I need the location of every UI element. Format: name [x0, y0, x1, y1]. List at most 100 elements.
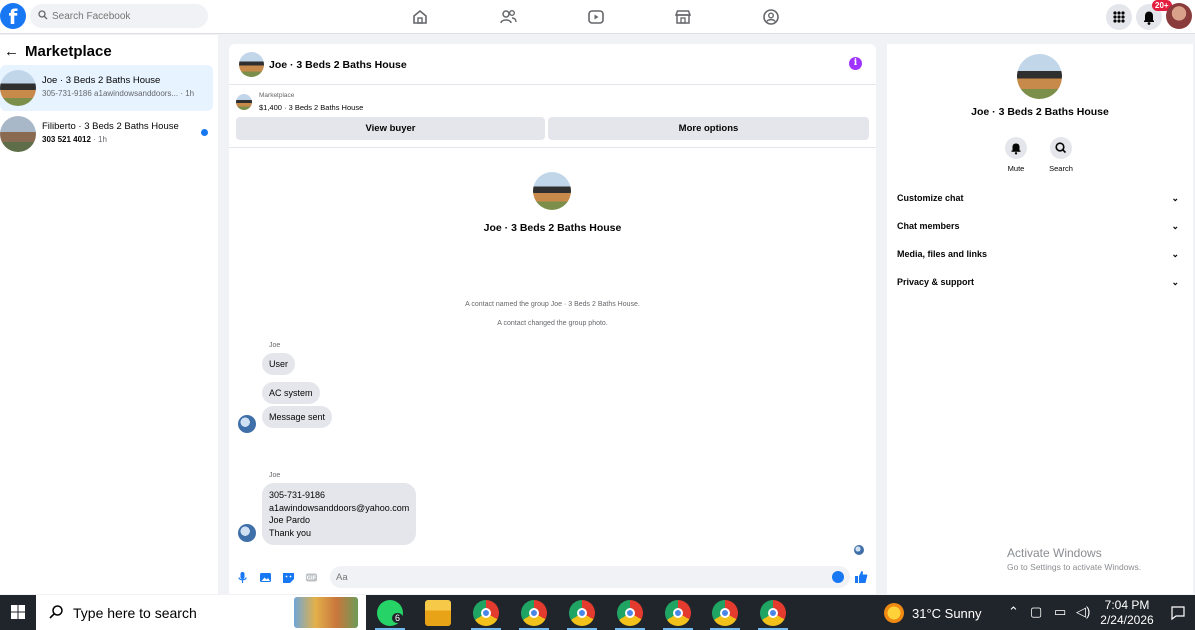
mute-label: Mute	[1007, 164, 1025, 173]
watch-icon[interactable]	[586, 7, 606, 27]
start-button[interactable]	[0, 595, 36, 630]
listing-label: Marketplace	[259, 92, 295, 99]
view-buyer-button[interactable]: View buyer	[236, 117, 545, 140]
back-arrow-icon[interactable]: ←	[4, 43, 19, 60]
meet-now-icon[interactable]: ▢	[1030, 604, 1042, 620]
system-clock[interactable]: 7:04 PM 2/24/2026	[1096, 598, 1158, 628]
conversation-thumbnail	[0, 116, 36, 152]
network-icon[interactable]: ▭	[1054, 604, 1066, 620]
chat-header: Joe · 3 Beds 2 Baths House i	[229, 44, 876, 85]
conversation-name: Filiberto · 3 Beds 2 Baths House	[42, 121, 179, 132]
message-bubble[interactable]: User	[262, 353, 296, 375]
chrome-profile-6[interactable]	[712, 600, 738, 626]
chat-window: Joe · 3 Beds 2 Baths House i Marketplace…	[229, 44, 876, 594]
chevron-down-icon: ⌄	[1171, 221, 1179, 231]
emoji-icon[interactable]	[832, 571, 844, 583]
marketplace-sidebar: ← Marketplace Joe · 3 Beds 2 Baths House …	[0, 35, 218, 594]
microphone-icon[interactable]	[236, 571, 249, 584]
chat-title[interactable]: Joe · 3 Beds 2 Baths House	[269, 59, 407, 71]
listing-thumbnail	[236, 94, 252, 110]
message-line: a1awindowsanddoors@yahoo.com	[269, 502, 410, 513]
search-in-conversation-button[interactable]	[1050, 137, 1072, 159]
chrome-profile-3[interactable]	[569, 600, 595, 626]
facebook-logo[interactable]: f	[0, 3, 26, 29]
chevron-up-icon[interactable]: ⌃	[1008, 604, 1019, 620]
notification-center-icon[interactable]	[1170, 605, 1186, 621]
facebook-search[interactable]	[30, 4, 208, 28]
chat-avatar[interactable]	[239, 52, 264, 77]
gif-icon[interactable]: GIF	[305, 571, 318, 584]
home-icon[interactable]	[410, 7, 430, 27]
message-line: Joe Pardo	[269, 515, 311, 526]
customize-chat-section[interactable]: Customize chat ⌄	[897, 186, 1185, 210]
menu-grid-button[interactable]	[1106, 4, 1132, 30]
message-line: 305-731-9186	[269, 490, 326, 500]
details-title: Joe · 3 Beds 2 Baths House	[971, 106, 1109, 118]
message-sender: Joe	[269, 472, 281, 479]
message-input[interactable]	[330, 566, 850, 588]
sun-icon[interactable]	[884, 603, 904, 623]
chrome-profile-2[interactable]	[521, 600, 547, 626]
conversation-details-panel: Joe · 3 Beds 2 Baths House Mute Search C…	[887, 44, 1193, 594]
chrome-profile-1[interactable]	[473, 600, 499, 626]
search-highlight-artwork[interactable]	[294, 597, 358, 628]
thread-intro-title: Joe · 3 Beds 2 Baths House	[483, 222, 622, 234]
windows-logo-icon	[11, 605, 25, 619]
volume-icon[interactable]: ◁)	[1076, 604, 1090, 620]
windows-taskbar: Type here to search 6 31°C Sunny ⌃ ▢ ▭ ◁…	[0, 595, 1195, 630]
message-bubble[interactable]: 305-731-9186 a1awindowsanddoors@yahoo.co…	[262, 483, 417, 546]
search-icon	[38, 10, 48, 20]
chevron-down-icon: ⌄	[1171, 249, 1179, 259]
conversation-item[interactable]: Filiberto · 3 Beds 2 Baths House 303 521…	[0, 111, 213, 157]
chrome-profile-5[interactable]	[665, 600, 691, 626]
friends-icon[interactable]	[498, 7, 518, 27]
unread-indicator	[201, 129, 208, 136]
grid-icon	[1113, 11, 1125, 23]
conversation-item[interactable]: Joe · 3 Beds 2 Baths House 305-731-9186 …	[0, 65, 213, 111]
marketplace-icon[interactable]	[673, 7, 693, 27]
conversation-preview: 305-731-9186 a1awindowsanddoors... · 1h	[42, 89, 195, 98]
more-options-button[interactable]: More options	[548, 117, 869, 140]
clock-time: 7:04 PM	[1104, 598, 1150, 612]
chrome-profile-4[interactable]	[617, 600, 643, 626]
sender-avatar	[238, 524, 256, 542]
search-icon	[49, 605, 63, 619]
bell-icon	[1011, 143, 1021, 155]
groups-icon[interactable]	[761, 7, 781, 27]
details-avatar	[1017, 54, 1062, 99]
thumbs-up-icon[interactable]	[854, 570, 868, 584]
listing-summary[interactable]: $1,400 · 3 Beds 2 Baths House	[259, 103, 363, 112]
system-message: A contact changed the group photo.	[497, 320, 608, 327]
svg-text:GIF: GIF	[307, 576, 316, 582]
taskbar-search-placeholder: Type here to search	[73, 605, 197, 621]
file-explorer-icon[interactable]	[425, 600, 451, 626]
chat-members-section[interactable]: Chat members ⌄	[897, 214, 1185, 238]
listing-banner: Marketplace $1,400 · 3 Beds 2 Baths Hous…	[229, 86, 876, 148]
activate-windows-watermark: Activate Windows Go to Settings to activ…	[1007, 546, 1142, 572]
search-input[interactable]	[52, 4, 202, 28]
system-message: A contact named the group Joe · 3 Beds 2…	[465, 301, 640, 308]
message-bubble[interactable]: Message sent	[262, 406, 333, 428]
mute-button[interactable]	[1005, 137, 1027, 159]
sticker-icon[interactable]	[282, 571, 295, 584]
sidebar-header: ← Marketplace	[4, 43, 112, 60]
info-icon[interactable]: i	[849, 57, 862, 70]
privacy-support-section[interactable]: Privacy & support ⌄	[897, 270, 1185, 294]
chevron-down-icon: ⌄	[1171, 193, 1179, 203]
taskbar-search[interactable]: Type here to search	[36, 595, 366, 630]
message-bubble[interactable]: AC system	[262, 382, 320, 404]
chrome-profile-7[interactable]	[760, 600, 786, 626]
message-thread[interactable]: Joe · 3 Beds 2 Baths House A contact nam…	[229, 150, 876, 563]
photo-icon[interactable]	[259, 571, 272, 584]
conversation-thumbnail	[0, 70, 36, 106]
clock-date: 2/24/2026	[1100, 613, 1154, 627]
top-navigation-bar: f 20+	[0, 0, 1195, 34]
search-label: Search	[1049, 164, 1073, 173]
chevron-down-icon: ⌄	[1171, 277, 1179, 287]
conversation-name: Joe · 3 Beds 2 Baths House	[42, 75, 161, 86]
whatsapp-badge: 6	[392, 613, 404, 623]
weather-widget[interactable]: 31°C Sunny	[912, 606, 982, 621]
account-avatar[interactable]	[1166, 3, 1192, 29]
whatsapp-app[interactable]: 6	[377, 600, 404, 626]
media-files-links-section[interactable]: Media, files and links ⌄	[897, 242, 1185, 266]
